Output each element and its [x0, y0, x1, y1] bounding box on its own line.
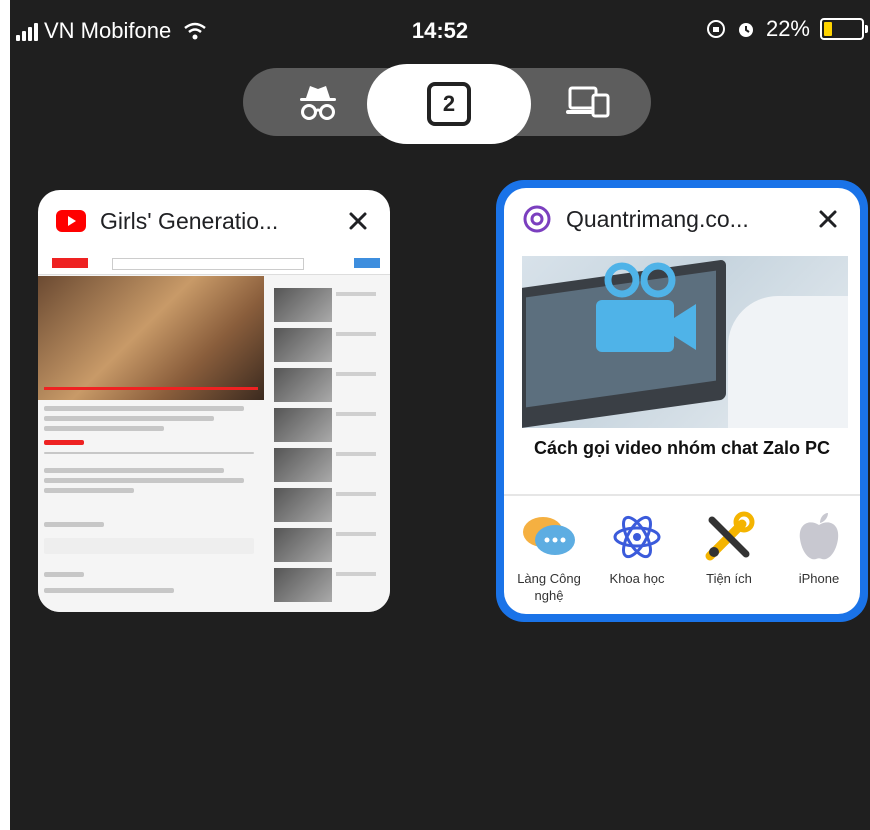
status-right: 22% — [706, 16, 868, 42]
category-item[interactable]: iPhone — [774, 508, 860, 587]
tab-card-header: Girls' Generatio... — [38, 190, 390, 252]
category-item[interactable]: Tiện ích — [684, 508, 774, 587]
category-label: Khoa học — [609, 571, 665, 586]
tab-title: Girls' Generatio... — [100, 207, 279, 234]
category-item[interactable]: Khoa học — [592, 508, 682, 587]
article-title: Cách gọi video nhóm chat Zalo PC — [533, 438, 831, 458]
other-devices-button[interactable] — [533, 68, 643, 136]
tab-switcher-screen: VN Mobifone 14:52 22% 2 Girls' Generatio… — [10, 0, 870, 830]
tab-card-selected[interactable]: Quantrimang.co... Cách gọi video nhóm ch… — [496, 180, 868, 622]
tab-count-badge: 2 — [427, 82, 471, 126]
close-tab-button[interactable] — [810, 201, 846, 237]
article-image — [522, 256, 848, 428]
tab-preview — [38, 252, 390, 612]
chat-bubbles-icon — [504, 508, 594, 566]
youtube-icon — [56, 206, 86, 236]
category-label: iPhone — [798, 571, 840, 586]
divider — [504, 494, 860, 496]
category-item[interactable]: Làng Công nghệ — [504, 508, 594, 604]
video-camera-icon — [596, 262, 696, 352]
atom-icon — [592, 508, 682, 566]
incognito-tabs-button[interactable] — [263, 68, 373, 136]
battery-percent: 22% — [765, 16, 810, 41]
tab-group-selector: 2 — [243, 64, 651, 144]
tab-card[interactable]: Girls' Generatio... — [38, 190, 390, 612]
battery-icon — [820, 18, 868, 40]
open-tabs-button[interactable]: 2 — [367, 64, 531, 144]
close-icon — [349, 212, 367, 230]
category-list: Làng Công nghệ Khoa học Tiện ích iPhone — [504, 508, 860, 614]
orientation-lock-icon — [706, 20, 725, 38]
quantrimang-icon — [522, 204, 552, 234]
category-label: Làng Công nghệ — [517, 571, 581, 603]
devices-icon — [566, 86, 610, 118]
tab-title: Quantrimang.co... — [566, 205, 749, 232]
tools-icon — [684, 508, 774, 566]
tab-card-content: Quantrimang.co... Cách gọi video nhóm ch… — [504, 188, 860, 614]
close-tab-button[interactable] — [340, 203, 376, 239]
incognito-icon — [300, 86, 336, 120]
alarm-icon — [738, 23, 753, 37]
status-bar: VN Mobifone 14:52 22% — [10, 0, 870, 60]
apple-icon — [774, 508, 860, 566]
category-label: Tiện ích — [706, 571, 752, 586]
tab-card-header: Quantrimang.co... — [504, 188, 860, 250]
close-icon — [819, 210, 837, 228]
